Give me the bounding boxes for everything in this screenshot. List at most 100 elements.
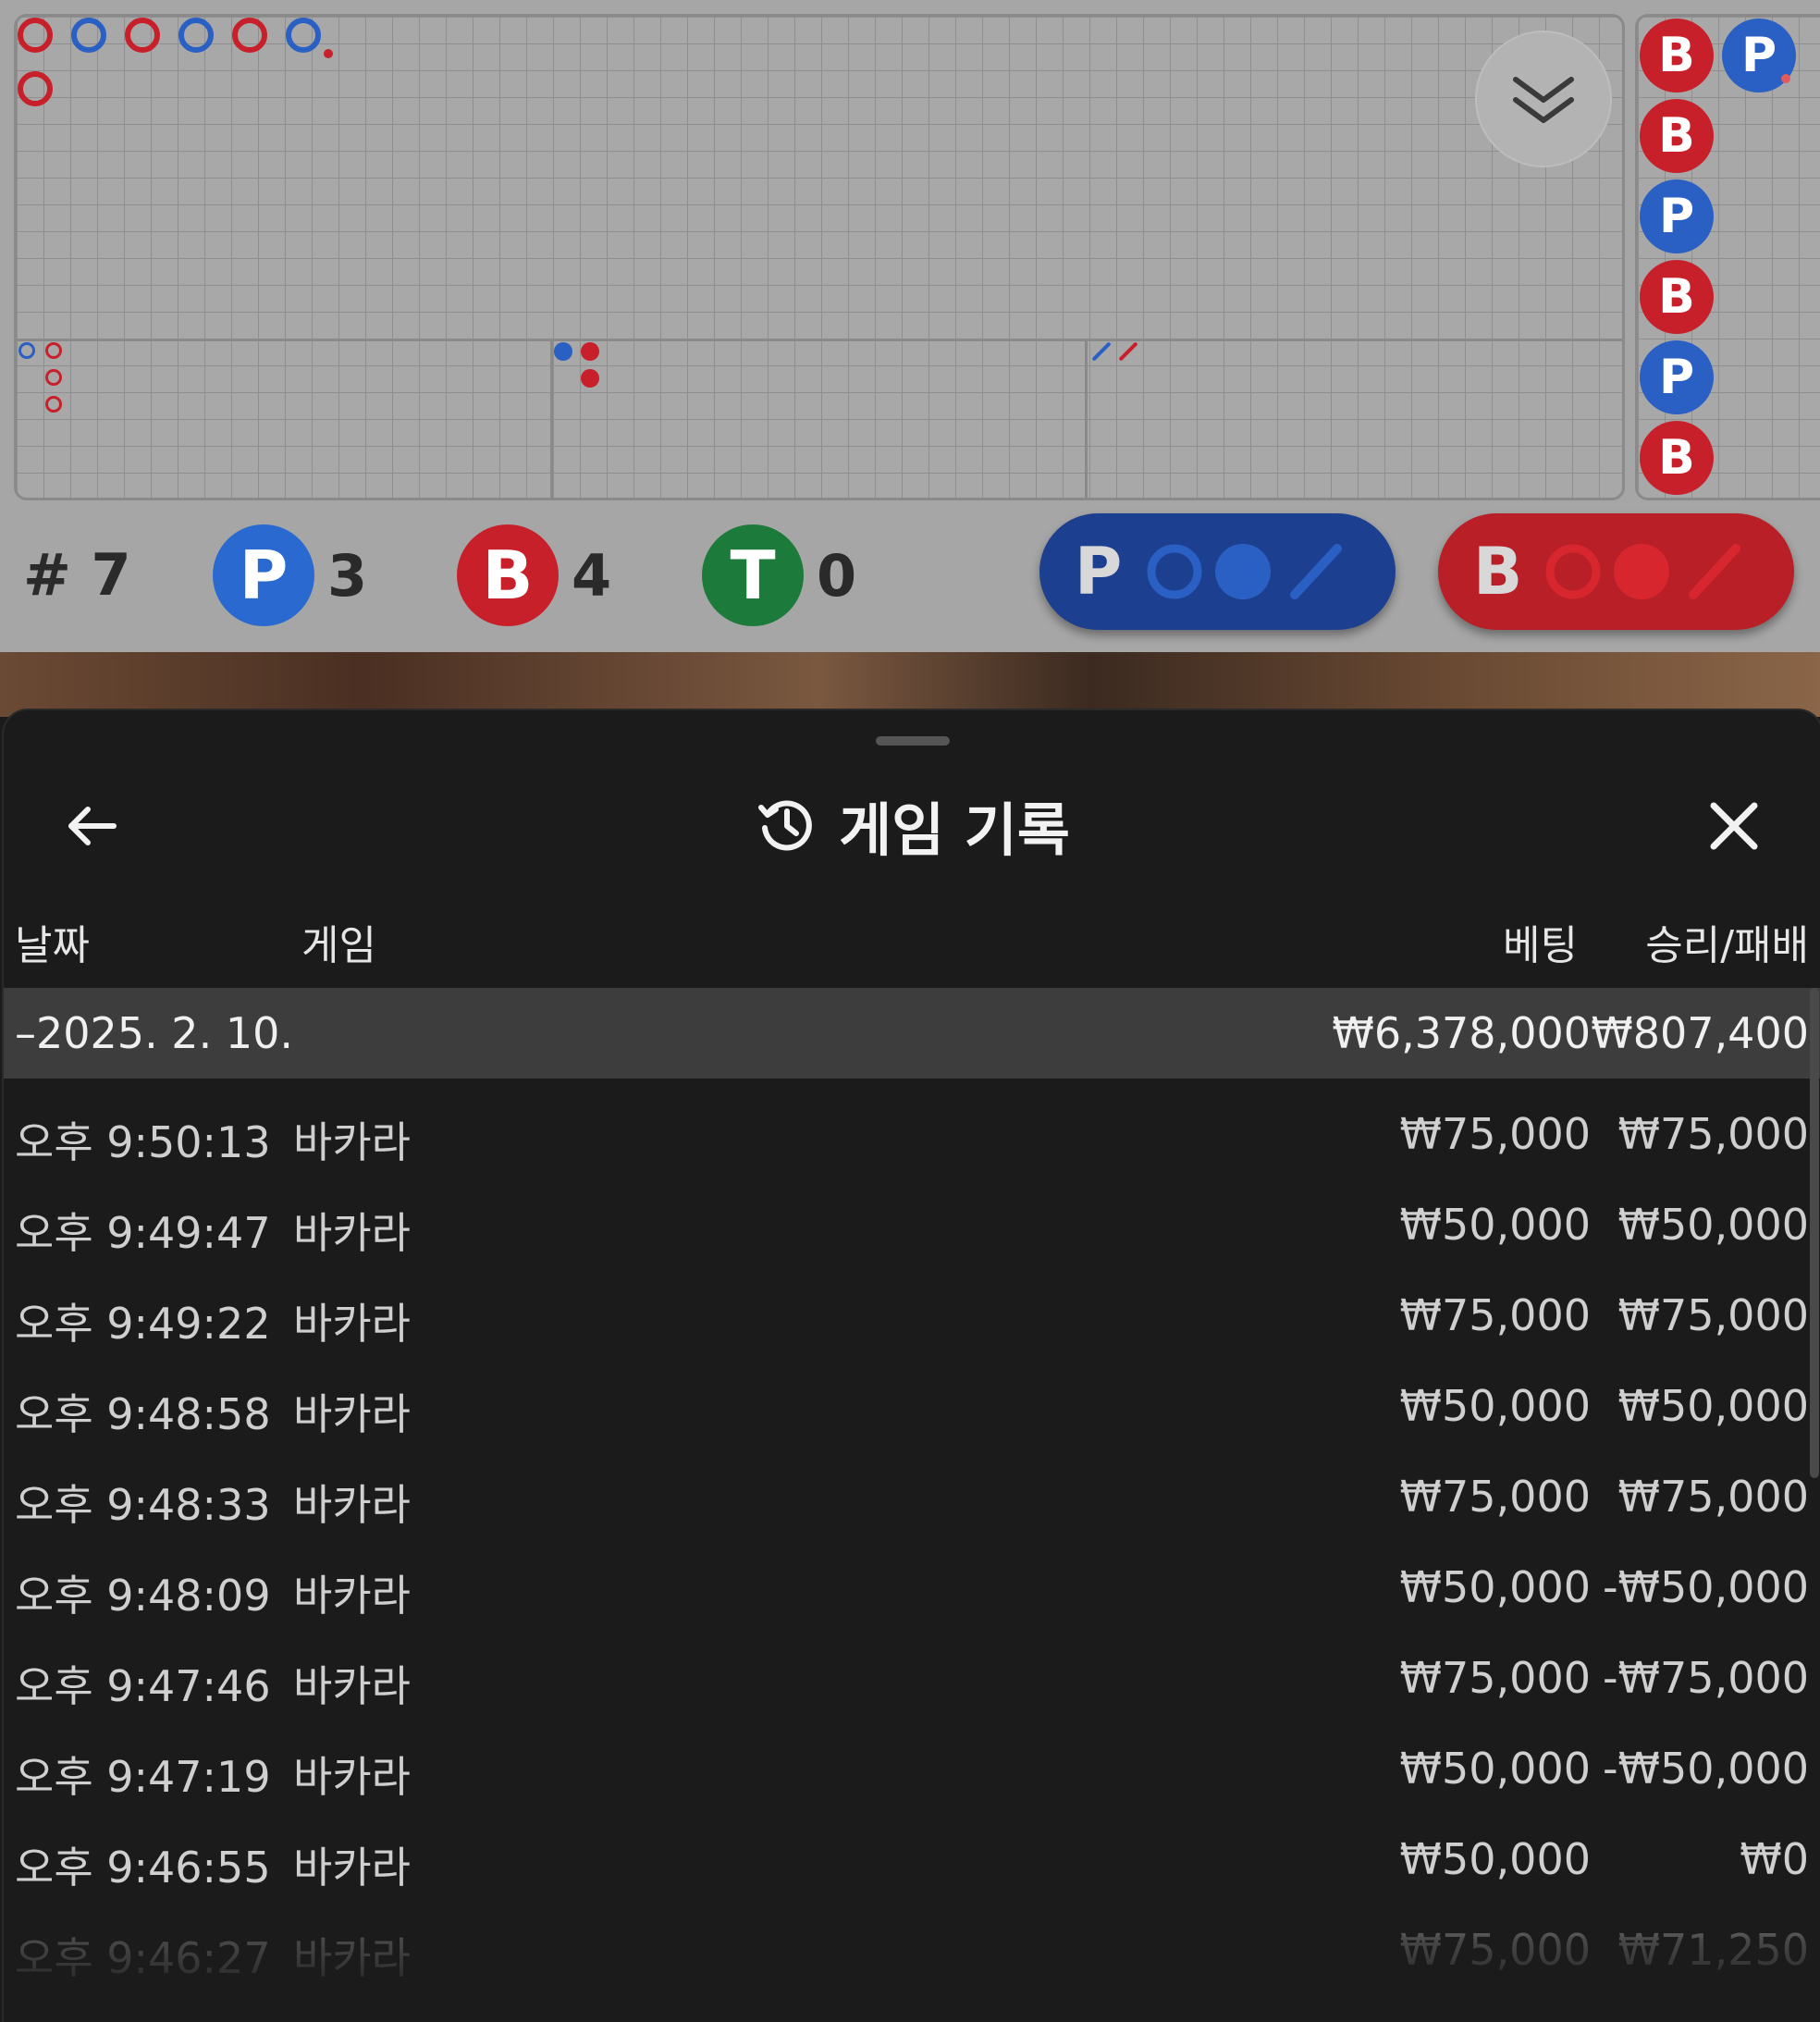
bead-road-item: B bbox=[1640, 18, 1714, 92]
big-road-player-marker bbox=[286, 18, 321, 53]
row-game: 바카라 bbox=[293, 1933, 411, 1983]
small-road-marker bbox=[581, 369, 599, 388]
row-bet: ₩50,000 bbox=[1399, 1562, 1591, 1612]
player-count: P 3 bbox=[213, 524, 367, 626]
history-icon bbox=[758, 800, 812, 851]
bead-road-item: B bbox=[1640, 421, 1714, 495]
round-stats: # 7 P 3 B 4 T 0 P B bbox=[0, 513, 1820, 634]
table-row[interactable]: 오후 9:49:22 바카라 ₩75,000 ₩75,000 bbox=[4, 1270, 1820, 1361]
pair-dot-marker bbox=[324, 49, 333, 58]
close-button[interactable] bbox=[1692, 784, 1776, 868]
big-road-banker-marker bbox=[125, 18, 160, 53]
big-eye-marker bbox=[45, 396, 62, 413]
row-result: ₩71,250 bbox=[1617, 1925, 1809, 1975]
row-bet: ₩75,000 bbox=[1399, 1653, 1591, 1703]
prediction-symbols-icon bbox=[1147, 544, 1342, 599]
row-time: 오후 9:49:47 bbox=[15, 1208, 271, 1258]
big-eye-marker bbox=[45, 342, 62, 359]
row-result: ₩50,000 bbox=[1617, 1200, 1809, 1250]
cockroach-marker bbox=[1118, 341, 1138, 362]
bead-road: B P B P B P B bbox=[1635, 14, 1820, 500]
small-road-marker bbox=[554, 342, 572, 361]
bead-road-item: P bbox=[1640, 179, 1714, 253]
big-eye-marker bbox=[18, 342, 35, 359]
row-game: 바카라 bbox=[293, 1752, 411, 1802]
player-badge: P bbox=[213, 524, 314, 626]
row-bet: ₩75,000 bbox=[1399, 1472, 1591, 1522]
table-row[interactable]: 오후 9:50:13 바카라 ₩75,000 ₩75,000 bbox=[4, 1089, 1820, 1179]
row-time: 오후 9:46:55 bbox=[15, 1843, 271, 1893]
row-time: 오후 9:48:33 bbox=[15, 1480, 271, 1530]
row-result: -₩75,000 bbox=[1602, 1653, 1809, 1703]
road-map-grid bbox=[14, 14, 1625, 500]
date-group-result-total: ₩807,400 bbox=[1591, 1008, 1809, 1058]
date-group-row[interactable]: –2025. 2. 10. ₩6,378,000 ₩807,400 bbox=[4, 988, 1820, 1079]
game-history-sheet: 게임 기록 날짜 게임 베팅 승리/패배 –2025. 2. 10. ₩6,37… bbox=[2, 709, 1820, 2022]
tie-count-value: 0 bbox=[817, 541, 857, 610]
player-count-value: 3 bbox=[327, 541, 368, 610]
row-bet: ₩50,000 bbox=[1399, 1200, 1591, 1250]
banker-predict-button[interactable]: B bbox=[1438, 513, 1794, 630]
prediction-symbols-icon bbox=[1545, 544, 1740, 599]
row-time: 오후 9:47:19 bbox=[15, 1752, 271, 1802]
table-row[interactable]: 오후 9:47:19 바카라 ₩50,000 -₩50,000 bbox=[4, 1723, 1820, 1814]
row-game: 바카라 bbox=[293, 1661, 411, 1711]
table-row[interactable]: 오후 9:48:09 바카라 ₩50,000 -₩50,000 bbox=[4, 1542, 1820, 1633]
bead-road-item: B bbox=[1640, 99, 1714, 173]
road-divider bbox=[550, 339, 553, 498]
row-game: 바카라 bbox=[293, 1389, 411, 1439]
big-eye-marker bbox=[45, 369, 62, 386]
player-predict-label: P bbox=[1075, 534, 1123, 610]
pair-dot-marker bbox=[1781, 74, 1790, 83]
scoreboard: B P B P B P B # 7 P 3 B 4 T 0 P B bbox=[0, 0, 1820, 652]
row-game: 바카라 bbox=[293, 1117, 411, 1167]
row-bet: ₩75,000 bbox=[1399, 1290, 1591, 1340]
row-result: ₩75,000 bbox=[1617, 1472, 1809, 1522]
row-time: 오후 9:46:27 bbox=[15, 1933, 271, 1983]
table-header: 날짜 게임 베팅 승리/패배 bbox=[4, 912, 1820, 977]
row-time: 오후 9:47:46 bbox=[15, 1661, 271, 1711]
row-bet: ₩75,000 bbox=[1399, 1925, 1591, 1975]
round-number: # 7 bbox=[23, 541, 131, 609]
cockroach-marker bbox=[1091, 341, 1112, 362]
bead-road-item: B bbox=[1640, 260, 1714, 334]
sheet-drag-handle[interactable] bbox=[876, 736, 950, 746]
row-result: ₩75,000 bbox=[1617, 1290, 1809, 1340]
close-icon bbox=[1710, 802, 1758, 850]
row-bet: ₩50,000 bbox=[1399, 1744, 1591, 1794]
big-road-player-marker bbox=[178, 18, 214, 53]
scrollbar[interactable] bbox=[1810, 988, 1819, 1478]
row-bet: ₩75,000 bbox=[1399, 1109, 1591, 1159]
row-time: 오후 9:49:22 bbox=[15, 1299, 271, 1349]
sheet-title: 게임 기록 bbox=[4, 777, 1820, 873]
table-row[interactable]: 오후 9:48:33 바카라 ₩75,000 ₩75,000 bbox=[4, 1451, 1820, 1542]
table-row[interactable]: 오후 9:49:47 바카라 ₩50,000 ₩50,000 bbox=[4, 1179, 1820, 1270]
big-road-banker-marker bbox=[232, 18, 267, 53]
row-result: -₩50,000 bbox=[1602, 1562, 1809, 1612]
row-game: 바카라 bbox=[293, 1843, 411, 1893]
bead-road-item: P bbox=[1640, 340, 1714, 414]
live-video-background bbox=[0, 652, 1820, 717]
table-row[interactable]: 오후 9:47:46 바카라 ₩75,000 -₩75,000 bbox=[4, 1633, 1820, 1723]
row-game: 바카라 bbox=[293, 1208, 411, 1258]
row-result: ₩75,000 bbox=[1617, 1109, 1809, 1159]
row-game: 바카라 bbox=[293, 1299, 411, 1349]
column-header-result: 승리/패배 bbox=[1645, 922, 1809, 969]
row-time: 오후 9:50:13 bbox=[15, 1117, 271, 1167]
sheet-title-text: 게임 기록 bbox=[839, 796, 1070, 864]
row-time: 오후 9:48:58 bbox=[15, 1389, 271, 1439]
table-row[interactable]: 오후 9:46:27 바카라 ₩75,000 ₩71,250 bbox=[4, 1905, 1820, 1995]
player-predict-button[interactable]: P bbox=[1039, 513, 1396, 630]
row-time: 오후 9:48:09 bbox=[15, 1571, 271, 1621]
row-result: -₩50,000 bbox=[1602, 1744, 1809, 1794]
table-row[interactable]: 오후 9:48:58 바카라 ₩50,000 ₩50,000 bbox=[4, 1361, 1820, 1451]
column-header-bet: 베팅 bbox=[1503, 922, 1578, 969]
date-group-bet-total: ₩6,378,000 bbox=[1332, 1008, 1591, 1058]
banker-count: B 4 bbox=[457, 524, 611, 626]
table-row[interactable]: 오후 9:46:55 바카라 ₩50,000 ₩0 bbox=[4, 1814, 1820, 1905]
tie-badge: T bbox=[702, 524, 804, 626]
column-header-game: 게임 bbox=[301, 922, 376, 969]
collapse-roads-button[interactable] bbox=[1475, 31, 1612, 167]
row-result: ₩50,000 bbox=[1617, 1381, 1809, 1431]
small-road-marker bbox=[581, 342, 599, 361]
